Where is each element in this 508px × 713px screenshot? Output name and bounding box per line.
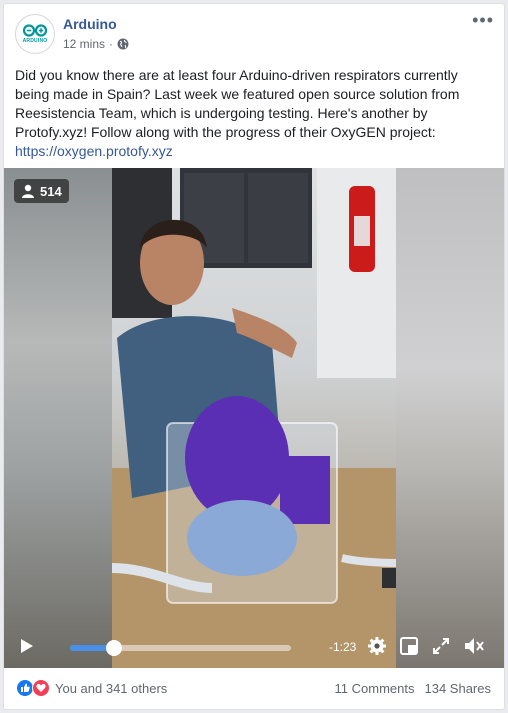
video-player[interactable]: 514 -1:23 — [4, 168, 504, 668]
fullscreen-icon[interactable] — [433, 638, 449, 654]
person-icon — [22, 184, 34, 198]
post-text: Did you know there are at least four Ard… — [15, 66, 495, 161]
reactions-count[interactable]: You and 341 others — [55, 681, 167, 696]
viewer-count: 514 — [40, 183, 62, 199]
progress-bar[interactable] — [70, 640, 291, 656]
separator: · — [109, 37, 114, 51]
play-icon[interactable] — [20, 638, 34, 654]
picture-in-picture-icon[interactable] — [400, 637, 418, 655]
video-frame[interactable] — [111, 168, 397, 668]
arduino-logo-icon — [22, 24, 48, 37]
reactions-summary[interactable]: You and 341 others — [16, 679, 167, 697]
page-name[interactable]: Arduino — [63, 16, 117, 32]
engagement-stats: 11 Comments 134 Shares — [335, 681, 491, 696]
post-link[interactable]: https://oxygen.protofy.xyz — [15, 143, 173, 159]
shares-count[interactable]: 134 Shares — [425, 681, 492, 696]
comments-count[interactable]: 11 Comments — [335, 681, 415, 696]
video-blur-left — [4, 168, 112, 668]
post-card: ARDUINO Arduino 12 mins · ••• Did you kn… — [3, 3, 505, 710]
logo-text: ARDUINO — [22, 38, 48, 44]
time-remaining: -1:23 — [329, 640, 357, 654]
love-reaction-icon — [32, 679, 50, 697]
post-body: Did you know there are at least four Ard… — [15, 67, 460, 140]
more-options-icon[interactable]: ••• — [472, 11, 494, 29]
avatar[interactable]: ARDUINO — [15, 14, 55, 54]
settings-gear-icon[interactable] — [367, 636, 387, 656]
post-meta: 12 mins · — [63, 37, 129, 51]
post-timestamp[interactable]: 12 mins — [63, 37, 105, 51]
video-scene — [111, 168, 397, 668]
mute-icon[interactable] — [464, 637, 486, 655]
live-viewer-count: 514 — [14, 179, 69, 203]
video-blur-right — [396, 168, 504, 668]
globe-icon[interactable] — [117, 38, 129, 50]
